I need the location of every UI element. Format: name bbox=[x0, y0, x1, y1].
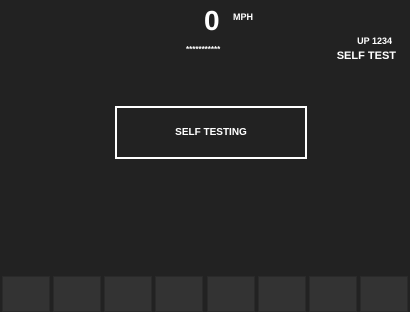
speed-unit: MPH bbox=[233, 12, 253, 22]
softkey-7[interactable] bbox=[308, 276, 357, 312]
unit-id: UP 1234 bbox=[357, 36, 392, 46]
softkey-2[interactable] bbox=[53, 276, 102, 312]
masked-text: *********** bbox=[186, 45, 221, 54]
softkey-4[interactable] bbox=[155, 276, 204, 312]
display-screen: 0 MPH *********** UP 1234 SELF TEST SELF… bbox=[0, 0, 410, 312]
speed-value: 0 bbox=[204, 5, 220, 36]
status-text: SELF TESTING bbox=[175, 127, 247, 138]
softkey-3[interactable] bbox=[104, 276, 153, 312]
softkey-6[interactable] bbox=[257, 276, 306, 312]
softkey-bar bbox=[0, 276, 410, 312]
status-box: SELF TESTING bbox=[115, 106, 307, 159]
mode-label: SELF TEST bbox=[336, 50, 396, 62]
softkey-5[interactable] bbox=[206, 276, 255, 312]
softkey-8[interactable] bbox=[359, 276, 408, 312]
softkey-1[interactable] bbox=[2, 276, 50, 312]
